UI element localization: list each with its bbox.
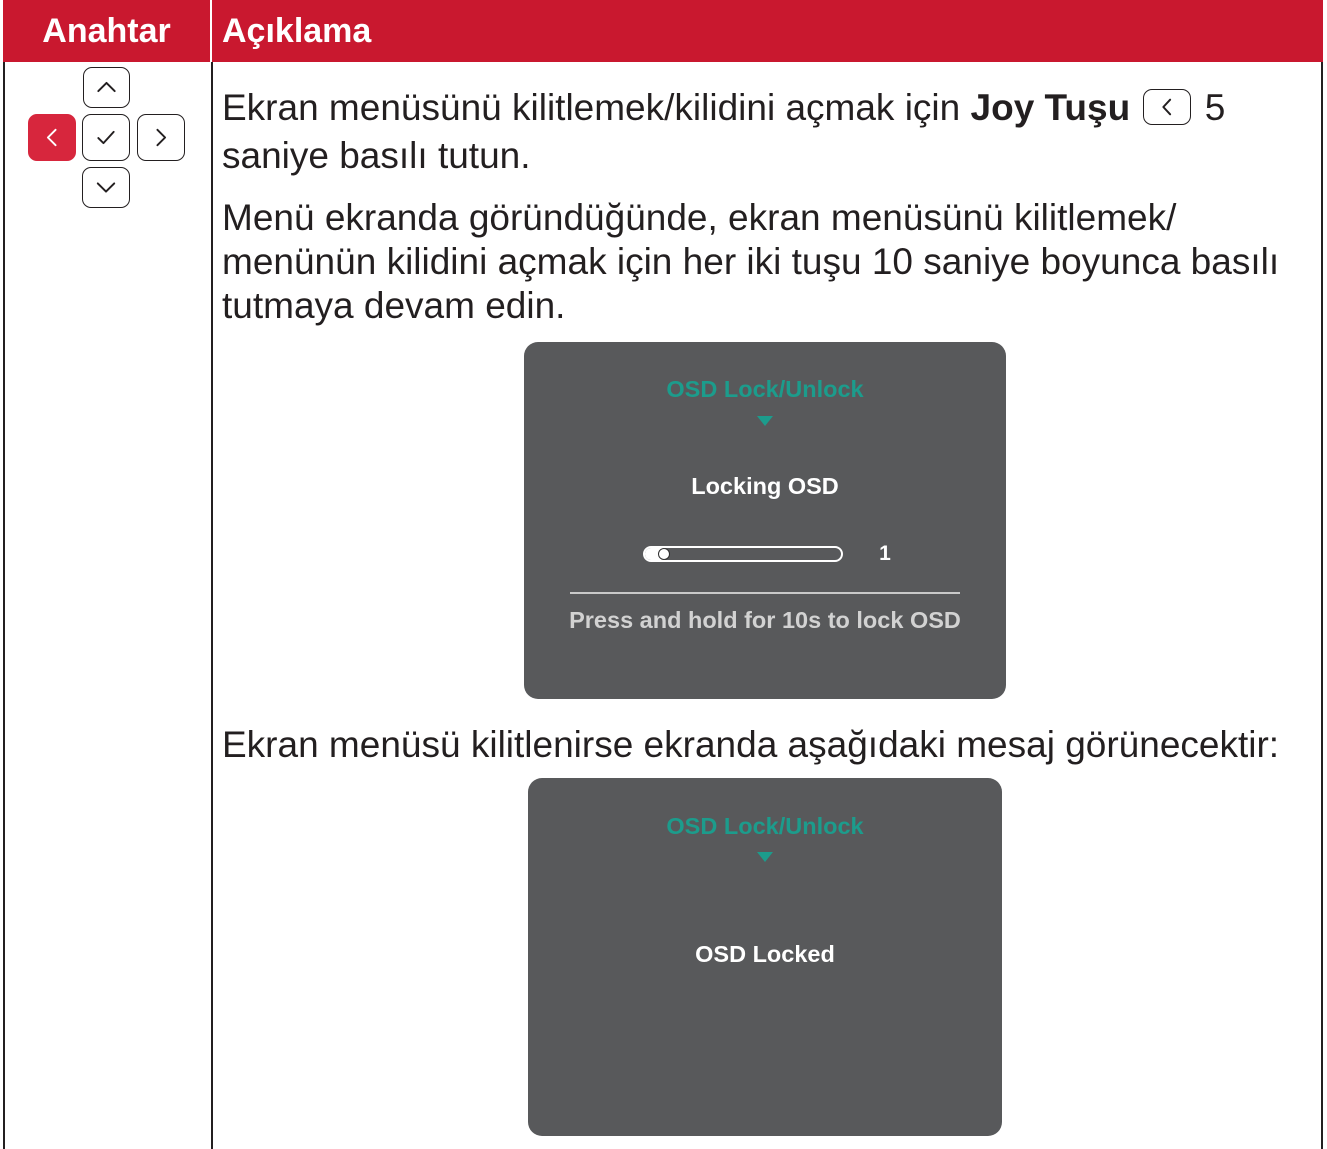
joystick-right-button [137,114,185,161]
triangle-down-icon [757,416,773,426]
osd-title: OSD Lock/Unlock [666,376,864,402]
joystick-diagram [0,0,211,220]
table-border-left [3,62,5,1149]
paragraph-2-line-3: tutmaya devam edin. [222,285,566,326]
joystick-up-button [83,67,130,108]
joy-key-label: Joy Tuşu [970,87,1131,128]
chevron-left-icon [1162,98,1172,116]
hold-seconds: 5 [1204,87,1226,128]
chevron-down-icon [96,182,116,193]
left-key-badge [1143,89,1192,126]
paragraph-lock-instruction: Ekran menüsünü kilitlemek/kilidini açmak… [222,84,1225,180]
triangle-down-icon [757,852,773,862]
paragraph-2-line-2: menünün kilidini açmak için her iki tuşu… [222,241,1280,282]
progress-knob [658,547,671,560]
chevron-right-icon [156,128,167,147]
manual-page: Anahtar Açıklama Ekran menüsünü kilitlem… [0,0,1327,1149]
instruction-text: Ekran menüsünü kilitlemek/kilidini açmak… [222,87,961,128]
paragraph-2-line-1: Menü ekranda göründüğünde, ekran menüsün… [222,197,1177,238]
header-description: Açıklama [222,12,372,50]
paragraph-3-line-1: Ekran menüsü kilitlenirse ekranda aşağıd… [222,724,1280,765]
table-border-right [1321,62,1323,1149]
chevron-left-icon [46,128,57,147]
table-column-divider [211,62,213,1149]
paragraph-locked-message: Ekran menüsü kilitlenirse ekranda aşağıd… [222,723,1279,767]
osd-divider [570,592,960,594]
joystick-left-button [28,114,76,161]
paragraph-1-line-2: saniye basılı tutun. [222,135,531,176]
osd-hint: Press and hold for 10s to lock OSD [569,607,961,633]
chevron-up-icon [97,81,116,93]
osd-locked-dialog: OSD Lock/Unlock OSD Locked [528,778,1002,1136]
joystick-down-button [82,167,130,208]
osd-locking-dialog: OSD Lock/Unlock Locking OSD 1 Press and … [524,342,1006,699]
osd-status: Locking OSD [691,473,839,499]
osd-title: OSD Lock/Unlock [666,813,864,839]
paragraph-menu-shown: Menü ekranda göründüğünde, ekran menüsün… [222,196,1279,328]
check-icon [97,130,115,145]
progress-track [643,546,843,562]
progress-value: 1 [879,542,891,565]
osd-status: OSD Locked [695,941,835,967]
paragraph-1-line-1: Ekran menüsünü kilitlemek/kilidini açmak… [222,84,1225,132]
joystick-center-button [82,114,130,161]
